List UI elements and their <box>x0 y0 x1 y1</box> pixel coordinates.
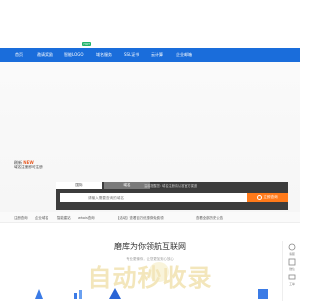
sidebar-item-ticket[interactable]: 工单 <box>283 273 301 286</box>
warning-icon <box>109 288 121 299</box>
sidebar-item-service[interactable]: 客服 <box>283 243 301 256</box>
main-nav: 首页 邀请奖励 智能LOGO HOT 域名服务 SSL证书 云计算 企业邮箱 <box>0 42 300 62</box>
headset-icon <box>288 243 296 251</box>
server-icon <box>258 289 268 299</box>
nav-item-domain[interactable]: 域名服务 <box>96 48 112 62</box>
quick-links-bar: 注册查询 企业域名 智能建站 whois查询 【活动】查看百万优惠券免费领 查看… <box>0 212 300 223</box>
quick-link[interactable]: 企业域名 <box>35 215 49 220</box>
quick-link[interactable]: 智能建站 <box>57 215 71 220</box>
quick-link[interactable]: 注册查询 <box>14 215 28 220</box>
nav-item-mail[interactable]: 企业邮箱 <box>176 48 192 62</box>
service-card[interactable] <box>256 286 276 300</box>
logo[interactable] <box>14 14 64 28</box>
search-button-label: 立即查询 <box>263 195 278 199</box>
sidebar-label: 客服 <box>289 252 295 256</box>
promo-text: 刷新 NEW 域名注册即可注册 <box>14 160 54 170</box>
floating-sidebar: 客服 微信 工单 <box>282 241 301 301</box>
quick-link[interactable]: whois查询 <box>78 215 95 220</box>
sidebar-item-wechat[interactable]: 微信 <box>283 258 301 271</box>
nav-item-logo[interactable]: 智能LOGO HOT <box>64 42 92 62</box>
search-hint: 温馨提醒您: 域名注册请认准官方渠道 <box>144 184 198 188</box>
header-actions <box>244 16 286 26</box>
nav-item-cloud[interactable]: 云计算 <box>151 48 163 62</box>
search-button[interactable]: 立即查询 <box>247 193 288 202</box>
chart-icon <box>74 290 82 299</box>
sidebar-label: 工单 <box>289 282 295 286</box>
ticket-icon <box>288 274 296 280</box>
service-card[interactable] <box>32 286 52 300</box>
domain-search-input[interactable] <box>60 193 247 202</box>
rocket-icon <box>35 289 43 299</box>
service-card[interactable] <box>108 286 128 300</box>
nav-item-ssl[interactable]: SSL证书 <box>124 48 139 62</box>
qr-icon <box>288 258 296 266</box>
promo-line-2: 域名注册即可注册 <box>14 165 43 169</box>
tab-international[interactable]: 国际 <box>56 182 102 189</box>
nav-item-home[interactable]: 首页 <box>15 48 23 62</box>
search-icon <box>257 194 263 200</box>
announcement-link[interactable]: 【活动】查看百万优惠券免费领 <box>116 215 163 220</box>
sidebar-label: 微信 <box>289 267 295 271</box>
nav-item-invite[interactable]: 邀请奖励 <box>37 48 53 62</box>
section-title: 磨库为你领航互联网 <box>114 242 186 251</box>
hot-badge: HOT <box>82 42 92 46</box>
all-announcements-link[interactable]: 查看全部历史公告 <box>196 215 223 220</box>
service-card[interactable] <box>72 286 92 300</box>
